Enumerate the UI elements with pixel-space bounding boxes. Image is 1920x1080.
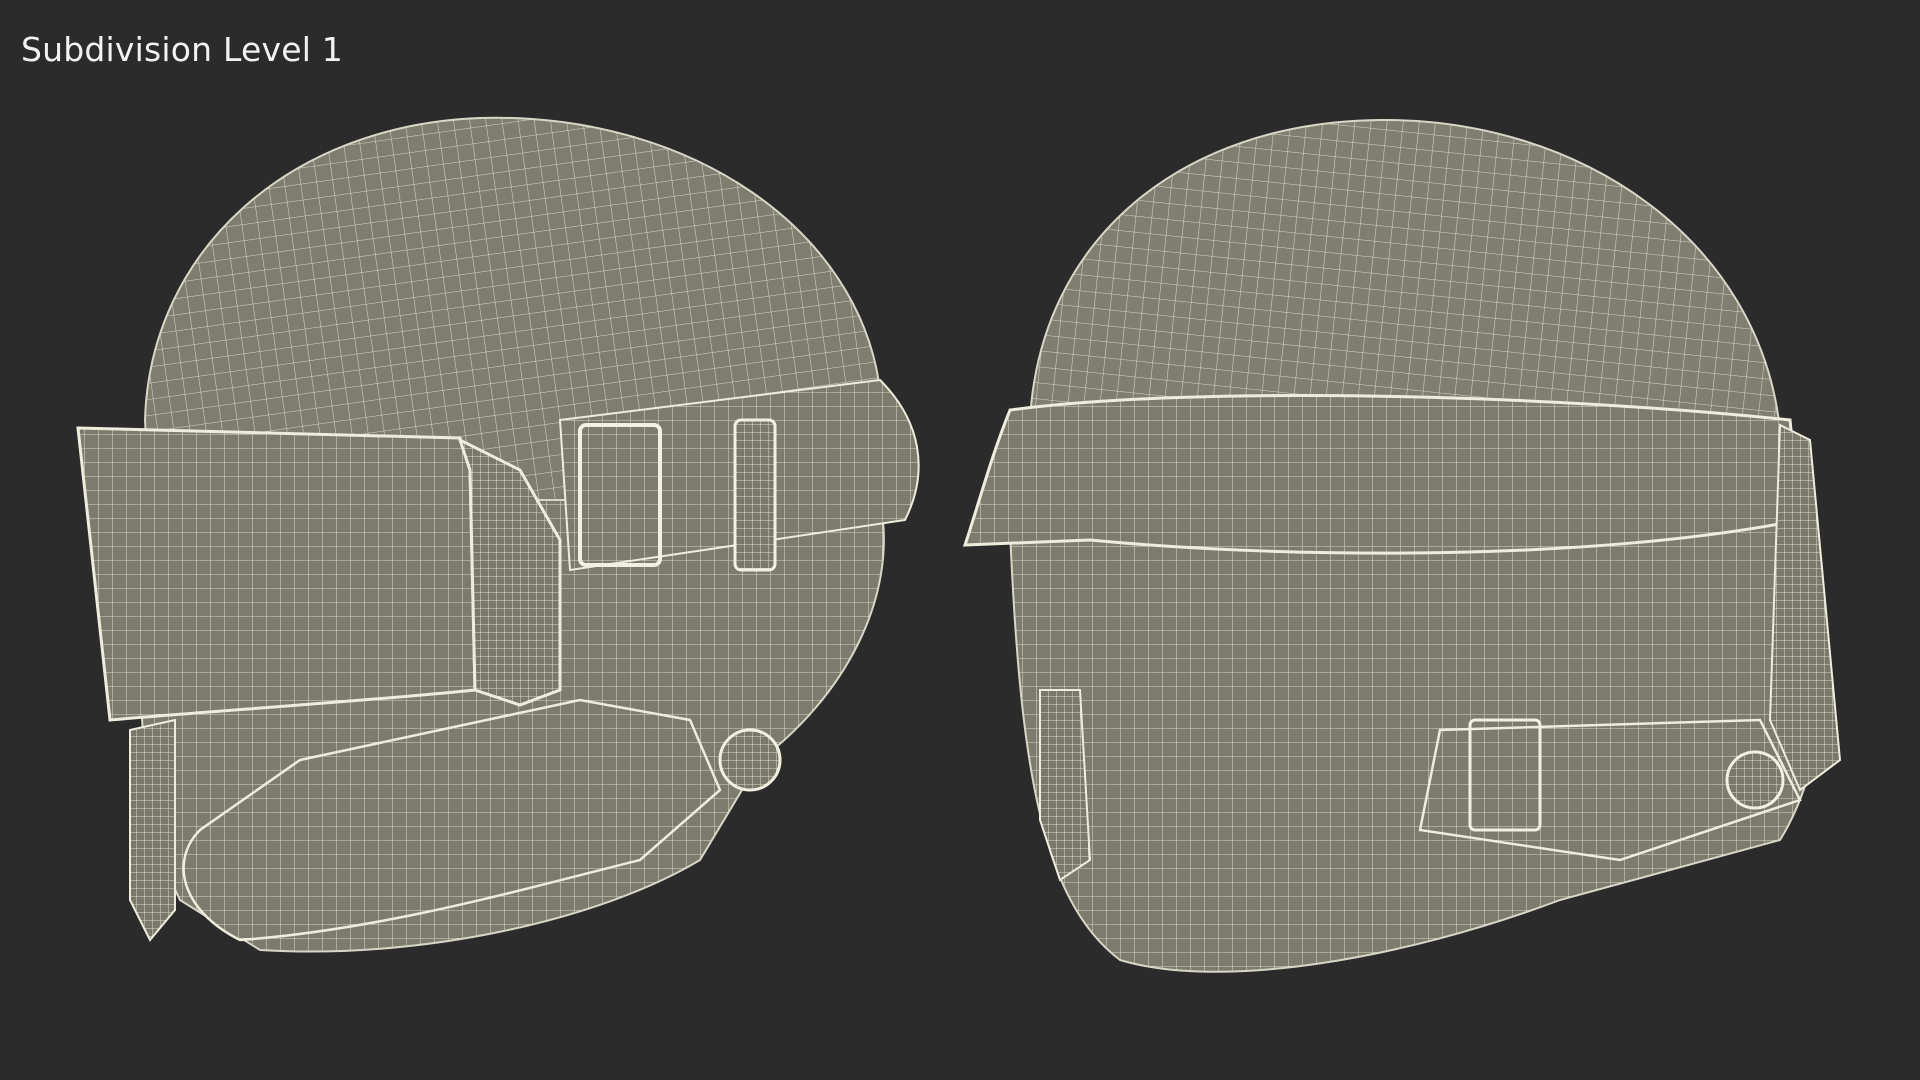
render-viewport: Subdivision Level 1 (0, 0, 1920, 1080)
helmet-dome (1028, 118, 1782, 432)
helmet-front-view (962, 118, 1842, 973)
side-vent (1725, 750, 1785, 810)
goggle-band (962, 394, 1802, 555)
